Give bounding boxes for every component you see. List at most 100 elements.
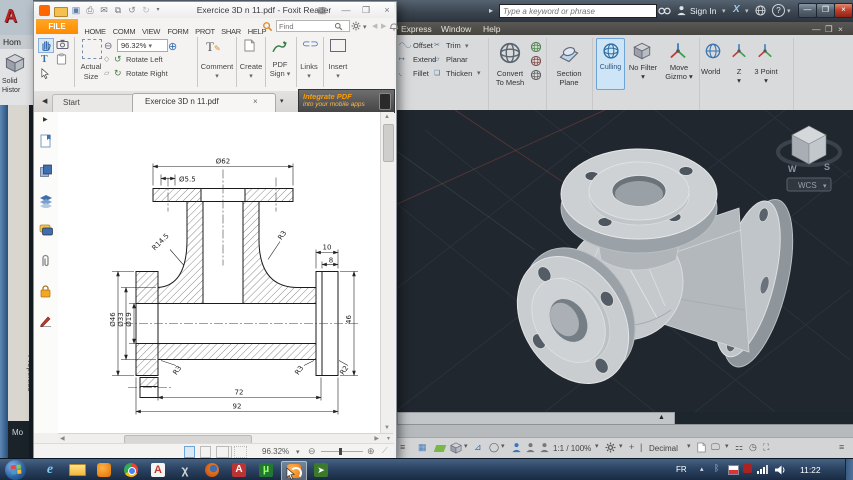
model-tab-sliver[interactable]: Mo <box>12 428 23 437</box>
pdf-page[interactable]: Ø62 Ø5.5 10 8 46 Ø46 Ø33 Ø19 R14.5 R3 R3… <box>58 112 380 433</box>
insert-button[interactable]: Insert▾ <box>325 62 351 80</box>
actual-size-button[interactable]: ActualSize <box>76 62 106 82</box>
smooth-less-icon[interactable] <box>530 55 542 67</box>
tray-network-icon[interactable] <box>757 471 759 474</box>
autocad-viewport[interactable]: W S WCS ▾ <box>395 110 853 412</box>
tray-action-center-icon[interactable] <box>728 465 739 475</box>
foxit-minimize-button[interactable]: — <box>340 5 352 16</box>
object-snap-icon[interactable] <box>450 442 462 454</box>
vscroll-down-icon[interactable]: ▼ <box>384 425 390 431</box>
command-strip[interactable] <box>395 424 853 438</box>
qat-chevron-icon[interactable]: ▾ <box>152 5 164 16</box>
nav-signature-icon[interactable] <box>39 314 53 327</box>
smooth-more-icon[interactable] <box>530 41 542 53</box>
add-workspace-icon[interactable]: + <box>629 443 634 452</box>
doc-restore-button[interactable]: ❐ <box>825 24 833 35</box>
communication-globe-icon[interactable] <box>755 5 766 16</box>
sign-in-label[interactable]: Sign In <box>690 6 716 16</box>
continuous-facing-view-button[interactable] <box>234 446 247 458</box>
refine-mesh-icon[interactable] <box>530 69 542 81</box>
status-zoom-in-icon[interactable]: ⊕ <box>367 446 375 457</box>
trim-chevron-icon[interactable]: ▾ <box>465 43 469 50</box>
osnap-chevron-icon[interactable]: ▾ <box>464 443 468 450</box>
zoom-slider-thumb[interactable] <box>339 448 342 455</box>
vscroll-up-icon[interactable]: ▲ <box>384 114 390 120</box>
doc-tab-close-icon[interactable]: × <box>253 97 258 106</box>
pdf-sign-button[interactable]: PDFSign ▾ <box>266 60 294 79</box>
foxit-logo-icon[interactable] <box>39 5 50 16</box>
nav-attachments-icon[interactable] <box>39 254 52 268</box>
help-icon[interactable]: ? <box>772 4 785 17</box>
solid-history-button[interactable]: SolidHistor <box>2 77 20 95</box>
snapshot-icon[interactable]: ⧉ <box>112 5 124 16</box>
continuous-view-button[interactable] <box>200 446 211 458</box>
monitor-chevron-icon[interactable]: ▾ <box>725 443 729 450</box>
tray-clock[interactable]: 11:22 <box>800 465 821 475</box>
taskbar-xapp-icon[interactable]: χ <box>173 461 197 479</box>
status-overflow-icon[interactable]: ≡ <box>839 443 844 452</box>
workspace-gear-icon[interactable] <box>605 442 616 453</box>
world-button[interactable]: World <box>701 67 720 76</box>
transparency-chevron-icon[interactable]: ▾ <box>501 443 505 450</box>
nav-security-lock-icon[interactable] <box>39 284 52 298</box>
tray-language[interactable]: FR <box>676 465 687 474</box>
acad-home-tab[interactable]: Hom <box>3 37 21 47</box>
single-page-view-button[interactable] <box>184 446 195 458</box>
extend-button[interactable]: Extend <box>413 55 436 64</box>
foxit-restore-button[interactable]: ❐ <box>360 5 372 16</box>
properties-palette[interactable]: Properties <box>8 105 30 421</box>
viewcube-south-label[interactable]: S <box>824 162 830 172</box>
nav-layers-icon[interactable] <box>39 194 53 208</box>
taskbar-autocad2-icon[interactable]: A <box>227 461 251 479</box>
taskbar-explorer-icon[interactable] <box>65 461 89 479</box>
rotate-right-button[interactable]: Rotate Right <box>126 69 168 78</box>
snapshot-tool-icon[interactable] <box>56 39 69 49</box>
isolate-objects-icon[interactable]: ⚏ <box>735 443 743 452</box>
viewcube[interactable]: W S WCS ▾ <box>778 126 840 191</box>
signin-chevron-icon[interactable]: ▾ <box>722 8 726 15</box>
zoom-out-icon[interactable]: ⊖ <box>104 41 112 52</box>
doc-minimize-button[interactable]: — <box>812 24 821 34</box>
print-icon[interactable]: ⎙ <box>84 5 96 16</box>
scale-chevron-icon[interactable]: ▾ <box>595 443 599 450</box>
tab-file[interactable]: FILE <box>36 19 78 34</box>
acad-minimize-button[interactable]: — <box>798 3 817 18</box>
corner-chevron-icon[interactable]: ▾ <box>387 435 390 442</box>
rotate-left-button[interactable]: Rotate Left <box>126 55 163 64</box>
culling-button[interactable]: Culling <box>596 38 625 90</box>
units-value[interactable]: Decimal <box>649 444 678 453</box>
create-button[interactable]: Create▾ <box>238 62 264 80</box>
pipe-fitting-model[interactable] <box>492 149 806 404</box>
no-filter-button[interactable]: No Filter▾ <box>623 63 663 81</box>
facing-view-button[interactable] <box>216 446 232 458</box>
menu-window[interactable]: Window <box>441 24 471 34</box>
ad-banner[interactable]: Integrate PDF into your mobile apps <box>298 89 395 113</box>
start-button[interactable] <box>5 460 26 480</box>
select-annot-icon[interactable] <box>41 68 49 79</box>
status-zoom-chevron-icon[interactable]: ▾ <box>296 449 300 456</box>
annotation-scale-icon[interactable] <box>539 442 550 453</box>
thicken-chevron-icon[interactable]: ▾ <box>477 70 481 77</box>
show-desktop-button[interactable] <box>845 459 853 480</box>
links-button[interactable]: Links▾ <box>296 62 322 80</box>
monitor-icon[interactable]: 🖵 <box>711 443 720 452</box>
exchange-icon[interactable]: X <box>733 4 740 15</box>
taskbar-utorrent-icon[interactable]: µ <box>254 461 278 479</box>
status-zoom-value[interactable]: 96.32% <box>262 447 289 456</box>
tray-bluetooth-icon[interactable]: ᛒ <box>714 463 719 473</box>
properties-palette-bar[interactable] <box>0 105 8 458</box>
menu-help[interactable]: Help <box>483 24 500 34</box>
status-zoom-out-icon[interactable]: ⊖ <box>308 446 316 457</box>
zoom-slider-track[interactable] <box>321 451 363 452</box>
settings-chevron-icon[interactable]: ▾ <box>363 24 367 31</box>
clipboard-icon[interactable] <box>56 53 67 65</box>
wcs-menu[interactable]: WCS <box>798 181 817 190</box>
nav-forward-icon[interactable]: ▶ <box>381 23 386 30</box>
alert-bell-icon[interactable] <box>389 21 399 31</box>
taskbar-autocad-icon[interactable]: A <box>146 461 170 479</box>
nav-bookmarks-icon[interactable] <box>39 134 53 148</box>
zoom-in-icon[interactable]: ⊕ <box>168 40 177 53</box>
vscroll-thumb[interactable] <box>383 124 394 162</box>
z-button[interactable]: Z▾ <box>729 67 749 85</box>
taskbar-xshell-icon[interactable]: ➤ <box>309 461 333 479</box>
